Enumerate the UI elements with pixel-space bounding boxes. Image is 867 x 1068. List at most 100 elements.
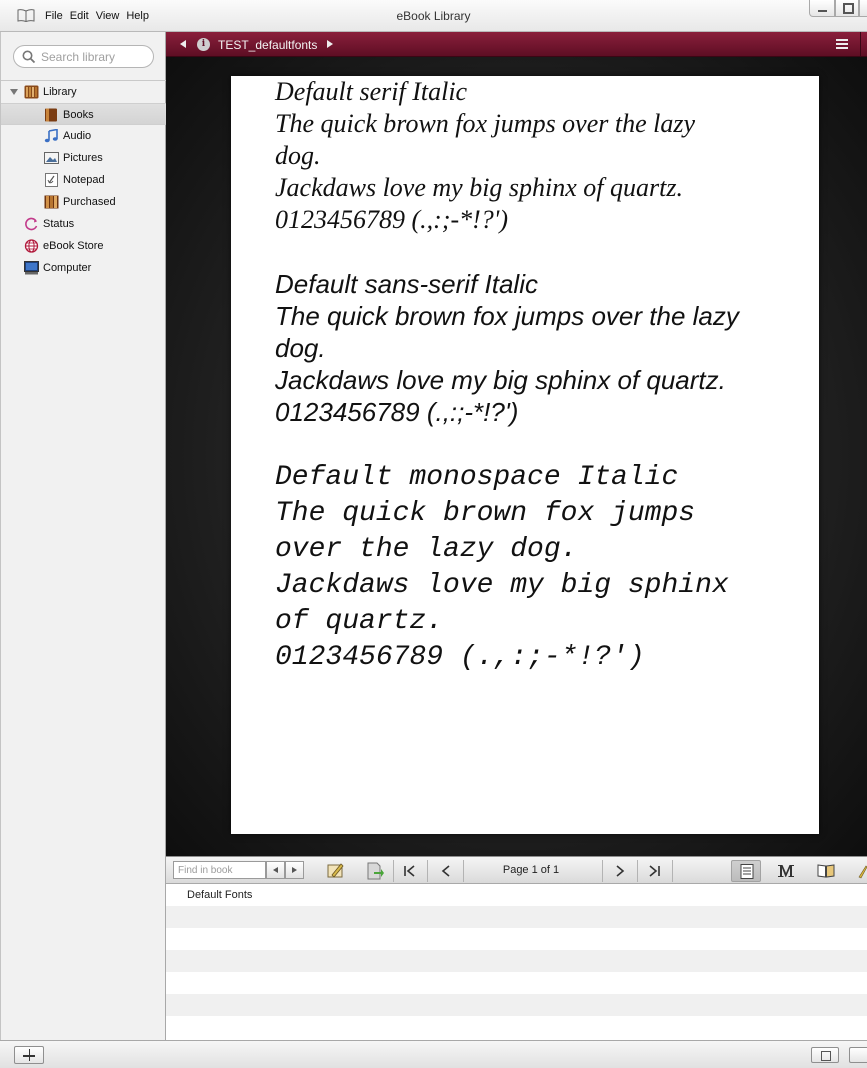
book-title: TEST_defaultfonts [218,38,318,52]
sidebar-item-label: Books [63,109,94,121]
export-page-icon[interactable] [365,861,385,881]
sans-heading: Default sans-serif Italic [275,269,538,299]
toc-item [166,928,867,950]
page-view-button[interactable] [731,860,761,882]
mono-line: over the lazy dog. [275,534,578,565]
sidebar-item-pictures[interactable]: Pictures [1,147,166,169]
forward-arrow-icon[interactable] [327,40,333,48]
sans-line: 0123456789 (.,:;-*!?') [275,397,519,427]
separator [637,860,638,882]
bookmark-view-button[interactable] [771,860,801,882]
mono-line: Jackdaws love my big sphinx [275,570,729,601]
mono-heading: Default monospace Italic [275,462,679,493]
info-icon[interactable]: i [197,38,210,51]
books-icon [45,108,57,122]
status-icon [25,217,38,231]
window-controls [809,0,867,17]
window-title: eBook Library [396,9,471,23]
sidebar-item-library[interactable]: Library [1,81,166,103]
fullscreen-button[interactable] [811,1047,839,1063]
toc-item [166,906,867,928]
serif-line: The quick brown fox jumps over the lazy [275,109,696,138]
back-arrow-icon[interactable] [180,40,186,48]
window-mode-button[interactable] [849,1047,867,1063]
reading-area[interactable]: Default serif Italic The quick brown fox… [166,57,867,856]
sidebar-item-label: Library [43,86,77,98]
book-page[interactable]: Default serif Italic The quick brown fox… [231,76,819,834]
toc-item [166,950,867,972]
annotate-icon[interactable] [326,861,346,881]
mono-line: of quartz. [275,606,444,637]
add-button[interactable] [14,1046,44,1064]
toc-item [166,972,867,994]
purchased-icon [44,195,59,209]
sans-line: Jackdaws love my big sphinx of quartz. [275,365,726,395]
mono-line: 0123456789 (.,:;-*!?') [275,642,645,673]
table-of-contents: Default Fonts [166,884,867,1040]
separator [427,860,428,882]
sans-line: dog. [275,333,326,363]
search-icon [22,50,36,64]
globe-icon [24,239,39,253]
page-view-icon [740,864,754,879]
title-bar: File Edit View Help eBook Library [0,0,867,32]
first-page-icon[interactable] [402,863,418,879]
mono-line: The quick brown fox jumps [275,498,696,529]
page-content: Default serif Italic The quick brown fox… [275,76,795,676]
sidebar-item-label: Audio [63,130,92,142]
sidebar-item-notepad[interactable]: Notepad [1,169,166,191]
sidebar-item-label: Status [43,218,75,230]
minimize-button[interactable] [809,0,835,17]
find-in-book-input[interactable] [173,861,266,879]
status-bar [0,1040,867,1068]
sidebar: Library Books Audio Pic [0,32,166,1040]
disclosure-triangle-icon[interactable] [10,89,18,95]
sidebar-item-label: Computer [43,262,92,274]
list-menu-icon[interactable] [836,39,848,50]
find-next-button[interactable] [285,861,304,879]
library-tree: Library Books Audio Pictures Notepad Pur… [1,81,166,279]
m-letter-icon [778,865,794,877]
book-controls: Page 1 of 1 [166,856,867,884]
serif-line: dog. [275,141,321,170]
sidebar-item-purchased[interactable]: Purchased [1,191,166,213]
reader-toolbar: i TEST_defaultfonts [166,32,867,57]
find-previous-button[interactable] [266,861,285,879]
serif-heading: Default serif Italic [275,77,468,106]
serif-line: 0123456789 (.,:;-*!?') [275,205,509,234]
toc-item [166,1016,867,1038]
toc-item[interactable]: Default Fonts [166,884,867,906]
sidebar-item-computer[interactable]: Computer [1,257,166,279]
audio-icon [44,129,58,143]
close-button[interactable] [859,0,867,17]
sidebar-item-status[interactable]: Status [1,213,166,235]
last-page-icon[interactable] [646,863,662,879]
open-book-view-icon [817,864,835,878]
library-icon [24,85,39,99]
toolbar-edge [860,32,867,57]
sidebar-item-ebook-store[interactable]: eBook Store [1,235,166,257]
sans-serif-sample: Default sans-serif Italic The quick brow… [275,268,795,428]
next-page-icon[interactable] [612,863,628,879]
notepad-icon [45,173,58,187]
sidebar-item-audio[interactable]: Audio [1,125,166,147]
sidebar-item-label: eBook Store [43,240,104,252]
toc-item [166,994,867,1016]
pictures-icon [44,152,59,164]
sidebar-item-label: Notepad [63,174,105,186]
sidebar-item-label: Pictures [63,152,103,164]
highlighter-icon[interactable] [856,863,867,879]
computer-icon [24,261,39,275]
previous-page-icon[interactable] [438,863,454,879]
separator [463,860,464,882]
maximize-button[interactable] [835,0,859,17]
serif-sample: Default serif Italic The quick brown fox… [275,76,795,236]
separator [393,860,394,882]
sidebar-item-books[interactable]: Books [1,103,166,125]
book-view-button[interactable] [811,860,841,882]
separator [602,860,603,882]
page-indicator: Page 1 of 1 [502,864,560,876]
sidebar-item-label: Purchased [63,196,116,208]
serif-line: Jackdaws love my big sphinx of quartz. [275,173,683,202]
sans-line: The quick brown fox jumps over the lazy [275,301,739,331]
